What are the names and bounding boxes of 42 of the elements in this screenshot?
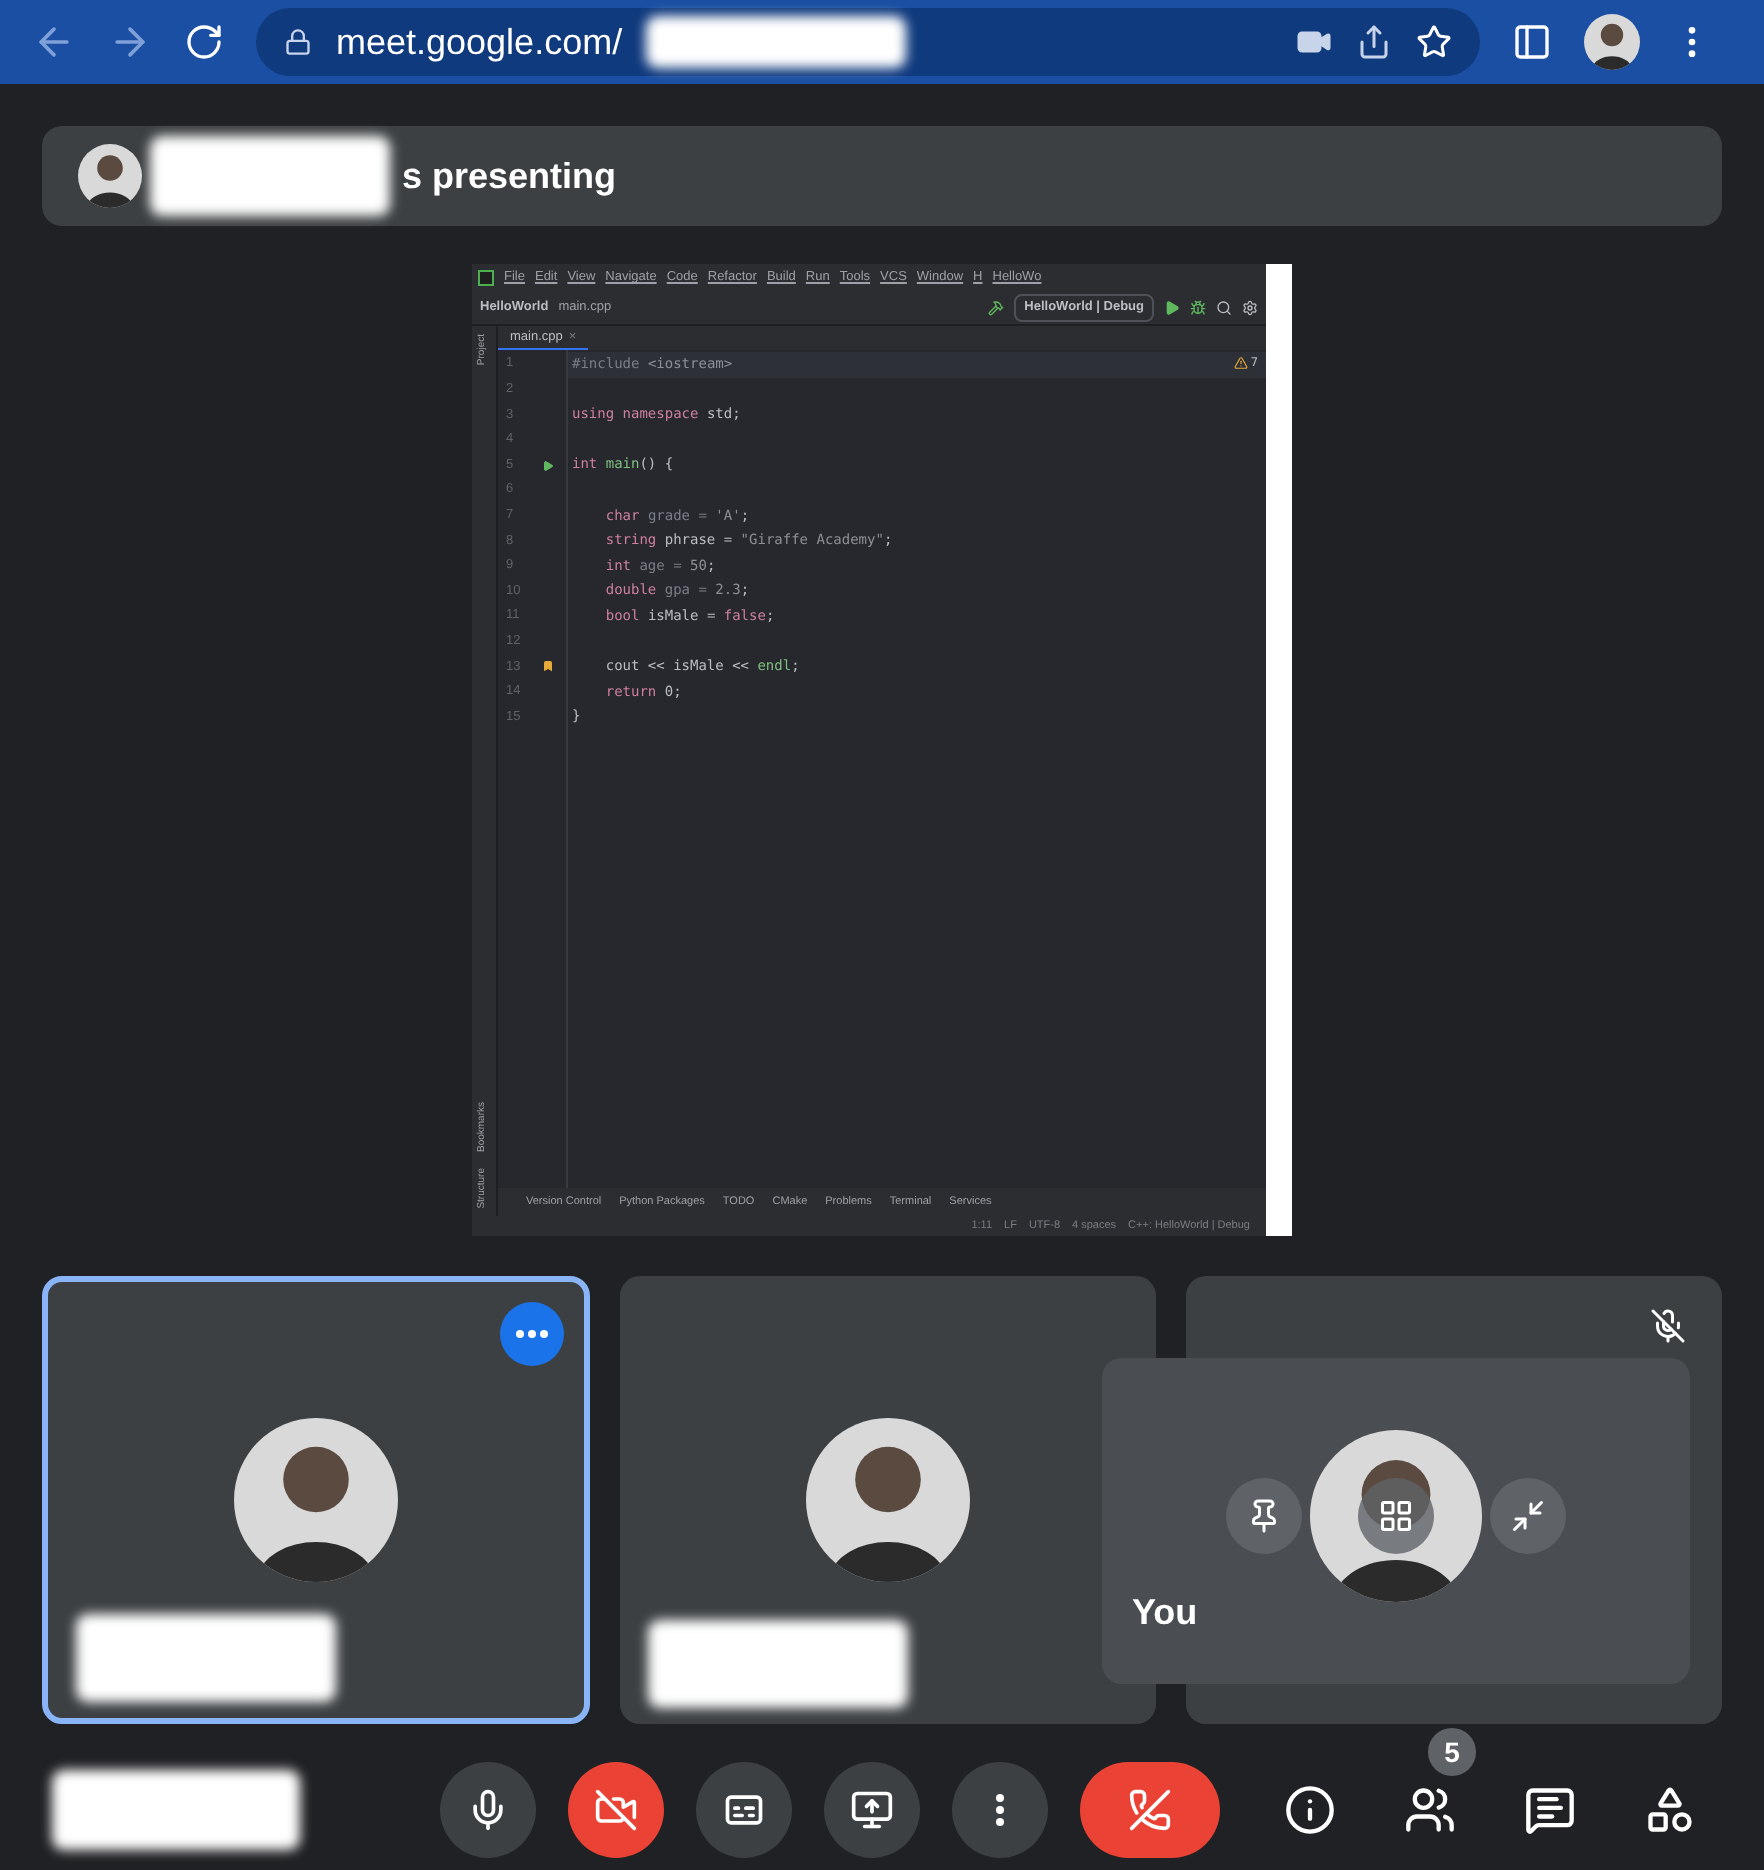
- profile-avatar: [1584, 14, 1640, 70]
- bookmark-star-icon[interactable]: [1416, 24, 1452, 60]
- side-panel-icon[interactable]: [1512, 22, 1552, 62]
- self-label: You: [1132, 1590, 1198, 1636]
- minimize-icon: [1510, 1498, 1546, 1534]
- camera-button[interactable]: [568, 1762, 664, 1858]
- more-icon: [996, 1794, 1004, 1826]
- activities-icon: [1644, 1784, 1696, 1836]
- build-icon[interactable]: [988, 300, 1005, 316]
- info-icon: [1284, 1784, 1336, 1836]
- leave-button[interactable]: [1080, 1762, 1220, 1858]
- run-icon[interactable]: [1164, 300, 1180, 316]
- settings-icon[interactable]: [1242, 300, 1258, 316]
- participant-count-badge: 5: [1428, 1728, 1476, 1776]
- app-logo-icon: [478, 270, 494, 286]
- grid-icon: [1378, 1498, 1414, 1534]
- more-options-button[interactable]: [500, 1302, 564, 1366]
- minimize-button[interactable]: [1490, 1478, 1566, 1554]
- lock-icon: [284, 28, 312, 56]
- camera-icon: [594, 1788, 638, 1832]
- pin-button[interactable]: [1226, 1478, 1302, 1554]
- reload-icon[interactable]: [184, 22, 224, 62]
- debug-icon[interactable]: [1190, 300, 1206, 316]
- presenter-avatar: [78, 144, 142, 208]
- address-bar[interactable]: meet.google.com/: [256, 8, 1480, 76]
- url-text: meet.google.com/: [336, 19, 623, 66]
- warning-icon[interactable]: [1234, 356, 1249, 370]
- people-icon: [1404, 1784, 1456, 1836]
- presenting-text: s presenting: [402, 153, 617, 200]
- share-icon[interactable]: [1356, 24, 1392, 60]
- leave-icon: [1128, 1788, 1172, 1832]
- present-button[interactable]: [824, 1762, 920, 1858]
- chat-icon: [1524, 1784, 1576, 1836]
- mic-button[interactable]: [440, 1762, 536, 1858]
- captions-button[interactable]: [696, 1762, 792, 1858]
- present-icon: [850, 1788, 894, 1832]
- search-icon[interactable]: [1216, 300, 1232, 316]
- mic-off-icon: [1650, 1308, 1686, 1344]
- pin-icon: [1246, 1498, 1282, 1534]
- run-gutter-icon[interactable]: [542, 459, 554, 472]
- more-icon: [516, 1330, 548, 1338]
- participant-tile[interactable]: [42, 1276, 590, 1724]
